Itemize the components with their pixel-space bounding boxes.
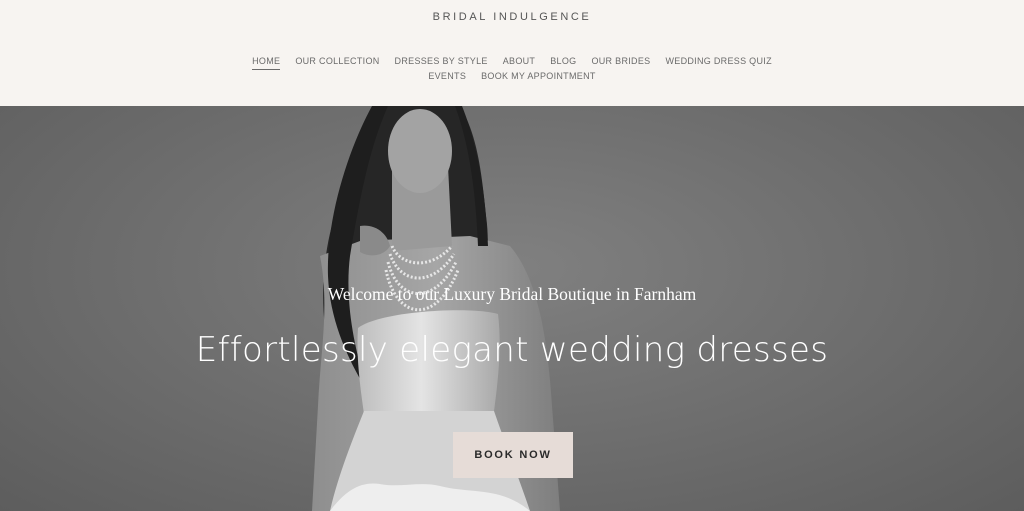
nav-item-wedding-dress-quiz[interactable]: WEDDING DRESS QUIZ — [665, 55, 771, 70]
hero-headline: Effortlessly elegant wedding dresses — [195, 330, 829, 370]
nav-item-book-my-appointment[interactable]: BOOK MY APPOINTMENT — [481, 70, 596, 85]
nav-item-our-brides[interactable]: OUR BRIDES — [591, 55, 650, 70]
nav-item-home[interactable]: HOME — [252, 55, 281, 70]
nav-item-dresses-by-style[interactable]: DRESSES BY STYLE — [395, 55, 488, 70]
nav-row-2: EVENTS BOOK MY APPOINTMENT — [0, 70, 1024, 85]
nav-item-our-collection[interactable]: OUR COLLECTION — [295, 55, 379, 70]
nav-item-events[interactable]: EVENTS — [428, 70, 466, 85]
nav-item-about[interactable]: ABOUT — [503, 55, 536, 70]
hero-banner: Welcome to our Luxury Bridal Boutique in… — [0, 106, 1024, 511]
book-now-button[interactable]: BOOK NOW — [453, 432, 573, 478]
site-header: BRIDAL INDULGENCE HOME OUR COLLECTION DR… — [0, 0, 1024, 106]
nav-row-1: HOME OUR COLLECTION DRESSES BY STYLE ABO… — [0, 55, 1024, 70]
brand-logo[interactable]: BRIDAL INDULGENCE — [0, 11, 1024, 23]
nav-item-blog[interactable]: BLOG — [550, 55, 576, 70]
main-nav: HOME OUR COLLECTION DRESSES BY STYLE ABO… — [0, 55, 1024, 85]
hero-welcome-text: Welcome to our Luxury Bridal Boutique in… — [327, 284, 697, 304]
